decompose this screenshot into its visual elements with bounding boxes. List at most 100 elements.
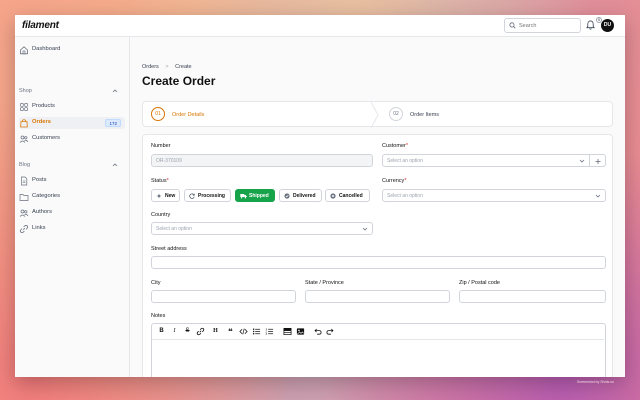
home-icon xyxy=(20,46,28,55)
status-label: Status* xyxy=(151,178,169,184)
sidebar-item-authors[interactable]: Authors xyxy=(19,207,125,219)
heading-button[interactable]: H xyxy=(211,327,220,336)
chevron-up-icon[interactable] xyxy=(112,162,118,168)
undo-icon[interactable] xyxy=(313,327,322,336)
page-title: Create Order xyxy=(142,74,216,88)
sidebar-group-blog[interactable]: Blog xyxy=(19,162,30,168)
notes-label: Notes xyxy=(151,313,166,319)
sidebar-group-shop[interactable]: Shop xyxy=(19,88,32,94)
shopping-bag-icon xyxy=(20,119,28,128)
notes-editor[interactable]: B I S H ❝ 123 xyxy=(151,323,606,377)
sidebar-item-label: Categories xyxy=(32,193,61,199)
chevron-up-icon[interactable] xyxy=(112,88,118,94)
grid-icon xyxy=(20,103,28,111)
truck-icon xyxy=(240,194,247,199)
sparkles-icon xyxy=(156,193,162,199)
sidebar-item-label: Customers xyxy=(32,135,61,141)
zip-input[interactable] xyxy=(459,290,606,303)
image-icon[interactable] xyxy=(296,327,305,336)
sidebar-item-categories[interactable]: Categories xyxy=(19,191,125,203)
link-icon[interactable] xyxy=(196,327,205,336)
sidebar: Dashboard Shop Products Orders 172 Custo… xyxy=(15,37,130,377)
step-2-label[interactable]: Order Items xyxy=(410,112,439,118)
currency-label: Currency* xyxy=(382,178,407,184)
bold-button[interactable]: B xyxy=(157,327,166,336)
x-circle-icon xyxy=(330,193,336,199)
sidebar-item-orders[interactable]: Orders 172 xyxy=(19,117,125,129)
italic-button[interactable]: I xyxy=(170,327,179,336)
search-icon xyxy=(509,22,516,29)
number-label: Number xyxy=(151,143,171,149)
sidebar-item-label: Links xyxy=(32,225,46,231)
users-icon xyxy=(19,135,29,143)
sidebar-item-label: Posts xyxy=(32,177,47,183)
wizard-steps: 01 Order Details 02 Order Items xyxy=(142,101,613,128)
chevron-down-icon xyxy=(362,227,368,231)
state-input[interactable] xyxy=(305,290,450,303)
numbered-list-icon[interactable]: 123 xyxy=(265,327,274,336)
strike-button[interactable]: S xyxy=(183,327,192,336)
editor-toolbar: B I S H ❝ 123 xyxy=(152,324,604,340)
sidebar-item-posts[interactable]: Posts xyxy=(19,175,125,187)
step-divider xyxy=(371,102,379,128)
avatar[interactable]: DU xyxy=(601,19,614,32)
add-customer-button[interactable] xyxy=(590,154,606,167)
search-input[interactable] xyxy=(519,20,577,31)
sidebar-item-label: Authors xyxy=(32,209,52,215)
status-processing-button[interactable]: Processing xyxy=(184,189,231,202)
country-label: Country xyxy=(151,212,171,218)
refresh-icon xyxy=(189,193,195,199)
number-value: OR-370109 xyxy=(156,158,182,164)
svg-text:3: 3 xyxy=(265,332,267,336)
currency-select[interactable]: Select an option xyxy=(382,189,606,202)
orders-count-badge: 172 xyxy=(105,119,121,127)
document-icon xyxy=(21,176,28,186)
users-icon xyxy=(19,209,29,217)
quote-button[interactable]: ❝ xyxy=(226,327,235,336)
plus-icon xyxy=(595,159,601,164)
breadcrumb-current: Create xyxy=(175,64,192,70)
app-logo[interactable]: filament xyxy=(22,20,59,31)
redo-icon[interactable] xyxy=(326,327,335,336)
sidebar-item-products[interactable]: Products xyxy=(19,101,125,113)
chevron-down-icon xyxy=(579,159,585,163)
state-label: State / Province xyxy=(305,280,344,286)
sidebar-item-label: Dashboard xyxy=(32,46,61,52)
sidebar-item-label: Orders xyxy=(32,119,52,125)
currency-placeholder: Select an option xyxy=(387,193,423,199)
breadcrumb-orders-link[interactable]: Orders xyxy=(142,64,159,70)
street-label: Street address xyxy=(151,246,187,252)
step-1-label[interactable]: Order Details xyxy=(172,112,204,118)
topbar: filament 0 DU xyxy=(15,15,625,37)
sidebar-item-customers[interactable]: Customers xyxy=(19,133,125,145)
link-icon xyxy=(19,225,29,233)
country-placeholder: Select an option xyxy=(156,226,192,232)
status-shipped-button[interactable]: Shipped xyxy=(235,189,275,202)
chevron-down-icon xyxy=(595,194,601,198)
app-window: filament 0 DU Dashboard Shop Products Or… xyxy=(15,15,625,377)
customer-select[interactable]: Select an option xyxy=(382,154,590,167)
status-delivered-button[interactable]: Delivered xyxy=(279,189,322,202)
sidebar-item-label: Products xyxy=(32,103,55,109)
country-select[interactable]: Select an option xyxy=(151,222,373,235)
watermark: Screenshot by Shots.so xyxy=(577,380,614,384)
bullet-list-icon[interactable] xyxy=(252,327,261,336)
customer-placeholder: Select an option xyxy=(387,158,423,164)
street-input[interactable] xyxy=(151,256,606,269)
sidebar-item-links[interactable]: Links xyxy=(19,223,125,235)
status-new-button[interactable]: New xyxy=(151,189,180,202)
city-input[interactable] xyxy=(151,290,296,303)
breadcrumb-separator: > xyxy=(165,64,169,70)
number-field: OR-370109 xyxy=(151,154,373,167)
sidebar-item-dashboard[interactable]: Dashboard xyxy=(19,44,125,56)
code-icon[interactable] xyxy=(239,327,248,336)
bell-icon[interactable] xyxy=(586,20,595,30)
status-cancelled-button[interactable]: Cancelled xyxy=(325,189,370,202)
step-1-number[interactable]: 01 xyxy=(151,107,165,121)
customer-label: Customer* xyxy=(382,143,408,149)
breadcrumb: Orders > Create xyxy=(142,64,197,70)
search-box[interactable] xyxy=(504,18,581,33)
table-icon[interactable] xyxy=(283,327,292,336)
step-2-number[interactable]: 02 xyxy=(389,107,403,121)
folder-icon xyxy=(19,194,29,201)
